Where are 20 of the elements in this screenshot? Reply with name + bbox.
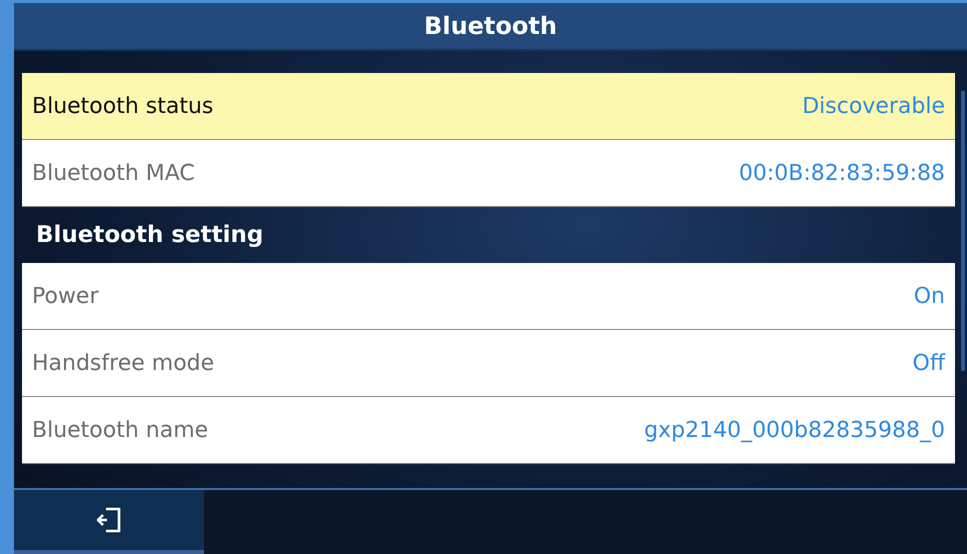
setting-value: Off: [912, 350, 945, 376]
setting-row[interactable]: Bluetooth status Discoverable: [22, 73, 955, 140]
setting-value: 00:0B:82:83:59:88: [738, 160, 945, 186]
setting-row[interactable]: Bluetooth MAC 00:0B:82:83:59:88: [22, 140, 955, 207]
setting-value: On: [914, 284, 945, 308]
setting-row[interactable]: Power On: [22, 263, 955, 330]
exit-softkey[interactable]: [14, 490, 204, 554]
setting-label: Bluetooth MAC: [32, 160, 195, 186]
setting-value: gxp2140_000b82835988_0: [644, 418, 945, 442]
setting-label: Bluetooth name: [32, 418, 208, 442]
setting-label: Bluetooth status: [32, 94, 214, 118]
setting-label: Handsfree mode: [32, 350, 214, 376]
setting-row[interactable]: Handsfree mode Off: [22, 330, 955, 397]
exit-icon: [97, 507, 121, 533]
scrollbar[interactable]: [961, 91, 965, 371]
setting-value: Discoverable: [802, 94, 945, 118]
window-title: Bluetooth: [14, 3, 967, 51]
setting-label: Power: [32, 284, 99, 308]
setting-row[interactable]: Bluetooth name gxp2140_000b82835988_0: [22, 397, 955, 464]
section-heading: Bluetooth setting: [35, 221, 264, 250]
